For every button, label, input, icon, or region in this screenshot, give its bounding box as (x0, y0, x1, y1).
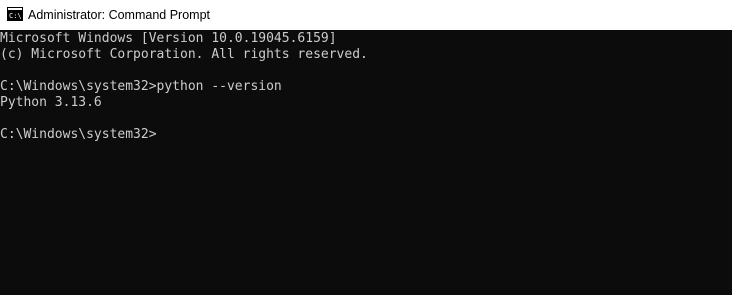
title-bar[interactable]: C:\ Administrator: Command Prompt (0, 0, 732, 30)
console-line-command: C:\Windows\system32>python --version (0, 79, 282, 94)
cmd-icon: C:\ (7, 7, 23, 21)
svg-text:C:\: C:\ (9, 12, 22, 20)
console-prompt[interactable]: C:\Windows\system32> (0, 127, 732, 143)
command-prompt-window: C:\ Administrator: Command Prompt Micros… (0, 0, 732, 295)
window-title: Administrator: Command Prompt (28, 8, 211, 22)
console-line-version: Microsoft Windows [Version 10.0.19045.61… (0, 31, 337, 46)
console-line-copyright: (c) Microsoft Corporation. All rights re… (0, 47, 368, 62)
console-output[interactable]: Microsoft Windows [Version 10.0.19045.61… (0, 30, 732, 295)
console-line-output: Python 3.13.6 (0, 95, 102, 110)
